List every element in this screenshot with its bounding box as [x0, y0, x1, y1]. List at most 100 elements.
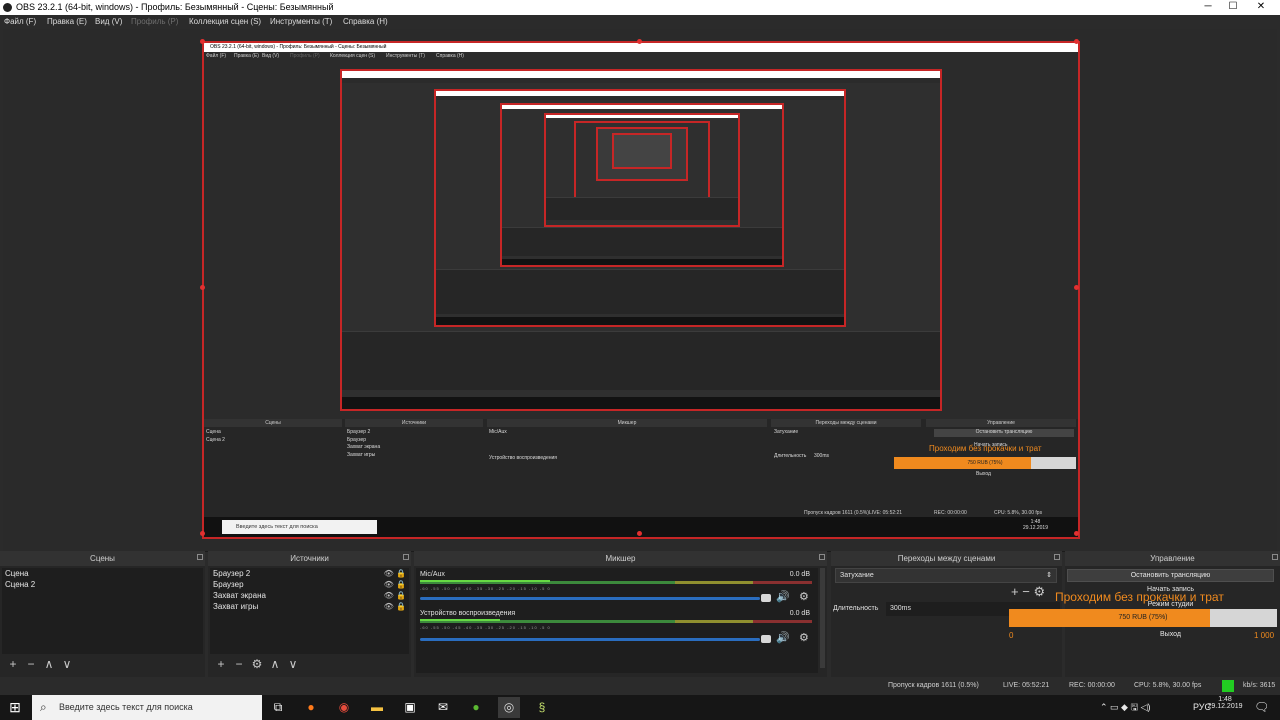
visibility-lock-icons[interactable]: 👁 🔒: [384, 568, 406, 579]
transform-handle[interactable]: [637, 531, 642, 536]
mixer-channel-name: Mic/Aux: [420, 571, 445, 578]
tray-icons[interactable]: ⌃ ▭ ◆ 🖫 ◁): [1100, 695, 1151, 720]
speaker-mute-icon[interactable]: 🔊: [776, 590, 790, 603]
volume-slider-knob[interactable]: [761, 594, 771, 602]
nested-menu-bar: Файл (F) Правка (E) Вид (V) Профиль (P) …: [204, 52, 1078, 61]
nested-menu-help: Справка (H): [436, 53, 464, 59]
transform-handle[interactable]: [200, 531, 205, 536]
transform-handle[interactable]: [200, 39, 205, 44]
sources-dock: Источники Браузер 2 👁 🔒 Браузер 👁 🔒 Захват…: [208, 551, 411, 677]
task-view-icon[interactable]: ⧉: [267, 697, 289, 718]
add-source-button[interactable]: +: [212, 656, 230, 672]
nested-l4-taskbar: [502, 259, 782, 265]
remove-transition-button[interactable]: −: [1022, 584, 1030, 599]
remove-scene-button[interactable]: −: [22, 656, 40, 672]
nested-capture-level8: [612, 133, 672, 169]
visibility-lock-icons[interactable]: 👁 🔒: [384, 601, 406, 612]
nested-l5-docks: [546, 197, 738, 220]
status-bitrate: kb/s: 3615: [1243, 682, 1276, 689]
media-icon[interactable]: ▣: [399, 697, 421, 718]
remove-source-button[interactable]: −: [230, 656, 248, 672]
source-properties-gear-icon[interactable]: ⚙: [248, 656, 266, 672]
windows-start-icon[interactable]: ⊞: [0, 695, 30, 720]
nested-taskbar-clock: 1:48 29.12.2019: [1023, 519, 1048, 531]
mixer-channel-db: 0.0 dB: [789, 610, 810, 617]
windows-taskbar: ⊞ ⌕ Введите здесь текст для поиска ⧉ ● ◉…: [0, 695, 1280, 720]
status-bar: Пропуск кадров 1611 (0.5%) LIVE: 05:52:2…: [0, 677, 1280, 695]
move-scene-up-button[interactable]: ∧: [40, 656, 58, 672]
sources-dock-close-icon[interactable]: [403, 554, 409, 560]
transition-gear-icon[interactable]: ⚙: [1033, 584, 1045, 599]
taskbar-search-box[interactable]: ⌕ Введите здесь текст для поиска: [32, 695, 262, 720]
nested-duration-label: Длительность: [774, 453, 807, 459]
speaker-mute-icon[interactable]: 🔊: [776, 631, 790, 644]
controls-dock-close-icon[interactable]: [1272, 554, 1278, 560]
transform-handle[interactable]: [637, 39, 642, 44]
transform-handle[interactable]: [1074, 285, 1079, 290]
minimize-button[interactable]: ─: [1194, 0, 1222, 15]
nested-taskbar-search: Введите здесь текст для поиска: [222, 520, 377, 534]
source-item-label: Захват игры: [213, 602, 259, 611]
notification-icon[interactable]: 🗨: [1254, 695, 1269, 720]
taskbar-clock[interactable]: 1:48 29.12.2019: [1205, 696, 1245, 710]
move-scene-down-button[interactable]: ∨: [58, 656, 76, 672]
source-item[interactable]: Захват экрана 👁 🔒: [210, 590, 409, 601]
maximize-button[interactable]: ☐: [1219, 0, 1247, 15]
scene-item[interactable]: Сцена 2: [2, 579, 203, 590]
source-item[interactable]: Браузер 2 👁 🔒: [210, 568, 409, 579]
nested-source-item: Захват игры: [347, 451, 376, 458]
channel-gear-icon[interactable]: ⚙: [799, 631, 809, 644]
nested-mixer-header: Микшер: [487, 419, 767, 427]
obs-icon[interactable]: ◎: [498, 697, 520, 718]
exit-button[interactable]: Выход: [1067, 631, 1274, 638]
visibility-lock-icons[interactable]: 👁 🔒: [384, 579, 406, 590]
add-scene-button[interactable]: +: [4, 656, 22, 672]
utorrent-icon[interactable]: ●: [465, 697, 487, 718]
move-source-down-button[interactable]: ∨: [284, 656, 302, 672]
source-item[interactable]: Браузер 👁 🔒: [210, 579, 409, 590]
menu-help[interactable]: Справка (H): [343, 15, 388, 29]
menu-tools[interactable]: Инструменты (T): [270, 15, 332, 29]
source-item-label: Браузер 2: [213, 569, 251, 578]
menu-profile[interactable]: Профиль (P): [131, 15, 178, 29]
transform-handle[interactable]: [1074, 39, 1079, 44]
volume-slider-knob[interactable]: [761, 635, 771, 643]
menu-scene-collection[interactable]: Коллекция сцен (S): [189, 15, 261, 29]
menu-edit[interactable]: Правка (E): [47, 15, 87, 29]
scene-item[interactable]: Сцена: [2, 568, 203, 579]
meter-scale: -60 -55 -50 -45 -40 -35 -30 -25 -20 -15 …: [420, 625, 551, 630]
add-transition-button[interactable]: +: [1011, 584, 1019, 599]
mixer-scrollbar[interactable]: [820, 568, 825, 668]
volume-slider[interactable]: [420, 638, 760, 641]
transform-handle[interactable]: [1074, 531, 1079, 536]
status-dropped-frames: Пропуск кадров 1611 (0.5%): [888, 682, 979, 689]
chrome-icon[interactable]: ◉: [333, 697, 355, 718]
app-icon[interactable]: §: [531, 697, 553, 718]
firefox-icon[interactable]: ●: [300, 697, 322, 718]
volume-slider[interactable]: [420, 597, 760, 600]
visibility-lock-icons[interactable]: 👁 🔒: [384, 590, 406, 601]
scenes-dock-close-icon[interactable]: [197, 554, 203, 560]
volume-meter-level: [420, 619, 500, 621]
overlay-headline: Проходим без прокачки и трат: [1055, 590, 1224, 604]
clock-time: 1:48: [1218, 696, 1232, 703]
nested-l4-docks: [502, 227, 782, 256]
preview-canvas[interactable]: OBS 23.2.1 (64-bit, windows) - Профиль: …: [3, 29, 1277, 552]
menu-view[interactable]: Вид (V): [95, 15, 122, 29]
transform-handle[interactable]: [200, 285, 205, 290]
source-item[interactable]: Захват игры 👁 🔒: [210, 601, 409, 612]
move-source-up-button[interactable]: ∧: [266, 656, 284, 672]
close-button[interactable]: ✕: [1247, 0, 1275, 15]
nested-exit: Выход: [976, 471, 991, 477]
mail-icon[interactable]: ✉: [432, 697, 454, 718]
stop-streaming-button[interactable]: Остановить трансляцию: [1067, 569, 1274, 582]
folder-icon[interactable]: ▬: [366, 697, 388, 718]
menu-file[interactable]: Файл (F): [4, 15, 36, 29]
meter-scale: -60 -55 -50 -45 -40 -35 -30 -25 -20 -15 …: [420, 586, 551, 591]
nested-transition-select: Затухание: [774, 429, 799, 435]
channel-gear-icon[interactable]: ⚙: [799, 590, 809, 603]
mixer-dock-close-icon[interactable]: [819, 554, 825, 560]
transitions-dock-close-icon[interactable]: [1054, 554, 1060, 560]
transition-select[interactable]: Затухание ⇕: [835, 568, 1057, 583]
progress-min-label: 0: [1009, 631, 1014, 640]
